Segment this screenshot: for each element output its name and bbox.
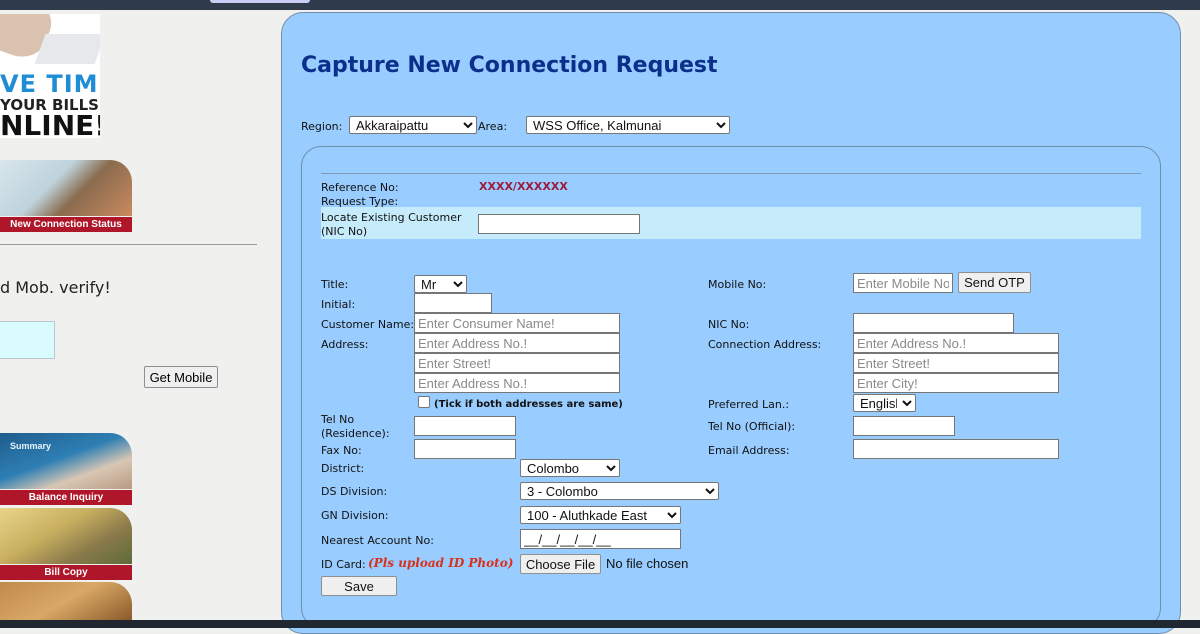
- address-label: Address:: [321, 338, 369, 351]
- same-address-checkbox[interactable]: [418, 396, 430, 408]
- divider: [0, 244, 257, 245]
- preferred-language-label: Preferred Lan.:: [708, 398, 790, 411]
- connection-street-input[interactable]: [853, 353, 1059, 373]
- send-otp-button[interactable]: Send OTP: [958, 272, 1031, 293]
- area-select[interactable]: WSS Office, Kalmunai: [526, 116, 730, 134]
- tile-label-balance-inquiry: Balance Inquiry: [0, 490, 132, 505]
- browser-tab[interactable]: [210, 0, 310, 3]
- mob-verify-text: d Mob. verify!: [0, 278, 111, 297]
- balance-inquiry-tile[interactable]: Summary Balance Inquiry: [0, 433, 132, 505]
- new-connection-status-tile[interactable]: New Connection Status: [0, 160, 132, 232]
- id-card-label: ID Card:: [321, 558, 366, 571]
- no-file-text: No file chosen: [606, 556, 689, 571]
- nearest-account-label: Nearest Account No:: [321, 534, 434, 547]
- region-select[interactable]: Akkaraipattu: [349, 116, 477, 134]
- get-mobile-button[interactable]: Get Mobile: [144, 366, 218, 388]
- tile-label-new-connection: New Connection Status: [0, 217, 132, 232]
- region-label: Region:: [301, 120, 343, 133]
- bill-copy-tile[interactable]: Bill Copy: [0, 508, 132, 580]
- nic-input[interactable]: [853, 313, 1014, 333]
- connection-request-panel: Capture New Connection Request Region: A…: [281, 12, 1181, 634]
- form-divider: [321, 173, 1141, 174]
- nearest-account-input[interactable]: [520, 529, 681, 549]
- calculator-tile[interactable]: [0, 582, 132, 620]
- id-card-note: (Pls upload ID Photo): [368, 556, 514, 570]
- gn-division-select[interactable]: 100 - Aluthkade East: [520, 506, 681, 524]
- ds-division-select[interactable]: 3 - Colombo: [520, 482, 719, 500]
- district-label: District:: [321, 462, 365, 475]
- same-address-note: (Tick if both addresses are same): [434, 399, 623, 410]
- tel-residence-input[interactable]: [414, 416, 516, 436]
- choose-file-button[interactable]: Choose File: [520, 554, 601, 574]
- summary-chart-image: Summary: [0, 433, 132, 489]
- request-form: Reference No: XXXX/XXXXXX Request Type: …: [301, 146, 1161, 628]
- browser-bottom-bar: [0, 620, 1200, 628]
- preferred-language-select[interactable]: English: [853, 394, 916, 412]
- banner-line1: VE TIME: [0, 70, 100, 98]
- save-button[interactable]: Save: [321, 576, 397, 596]
- email-input[interactable]: [853, 439, 1059, 459]
- reference-value: XXXX/XXXXXX: [479, 180, 568, 193]
- title-label: Title:: [321, 278, 349, 291]
- keyboard-image: [34, 34, 100, 64]
- address-city-input[interactable]: [414, 373, 620, 393]
- browser-top-bar: [0, 0, 1200, 10]
- fax-input[interactable]: [414, 439, 516, 459]
- water-tap-image: [0, 160, 132, 216]
- initial-label: Initial:: [321, 298, 356, 311]
- email-label: Email Address:: [708, 444, 790, 457]
- sidebar: VE TIME YOUR BILLS NLINE! New Connection…: [0, 10, 280, 620]
- mobile-verify-field[interactable]: [0, 321, 55, 359]
- connection-address-no-input[interactable]: [853, 333, 1059, 353]
- summary-caption: Summary: [10, 441, 52, 451]
- ds-division-label: DS Division:: [321, 485, 388, 498]
- district-select[interactable]: Colombo: [520, 459, 620, 477]
- tel-residence-label: Tel No (Residence):: [321, 413, 390, 440]
- locate-nic-input[interactable]: [478, 214, 640, 234]
- connection-address-label: Connection Address:: [708, 338, 822, 351]
- reference-label: Reference No:: [321, 181, 399, 194]
- fax-label: Fax No:: [321, 444, 362, 457]
- mobile-input[interactable]: [853, 273, 953, 293]
- pay-bills-online-banner[interactable]: VE TIME YOUR BILLS NLINE!: [0, 14, 100, 138]
- customer-name-input[interactable]: [414, 313, 620, 333]
- title-select[interactable]: Mr: [414, 275, 467, 293]
- bill-copy-image: [0, 508, 132, 564]
- tel-official-label: Tel No (Official):: [708, 420, 796, 433]
- address-street-input[interactable]: [414, 353, 620, 373]
- initial-input[interactable]: [414, 293, 492, 313]
- customer-name-label: Customer Name:: [321, 318, 415, 331]
- locate-customer-label: Locate Existing Customer (NIC No): [321, 211, 462, 238]
- calculator-image: [0, 582, 132, 620]
- nic-label: NIC No:: [708, 318, 750, 331]
- address-no-input[interactable]: [414, 333, 620, 353]
- page-title: Capture New Connection Request: [301, 53, 718, 78]
- connection-city-input[interactable]: [853, 373, 1059, 393]
- tel-official-input[interactable]: [853, 416, 955, 436]
- tile-label-bill-copy: Bill Copy: [0, 565, 132, 580]
- area-label: Area:: [478, 120, 508, 133]
- mobile-label: Mobile No:: [708, 278, 767, 291]
- banner-line3: NLINE!: [0, 109, 100, 138]
- gn-division-label: GN Division:: [321, 509, 389, 522]
